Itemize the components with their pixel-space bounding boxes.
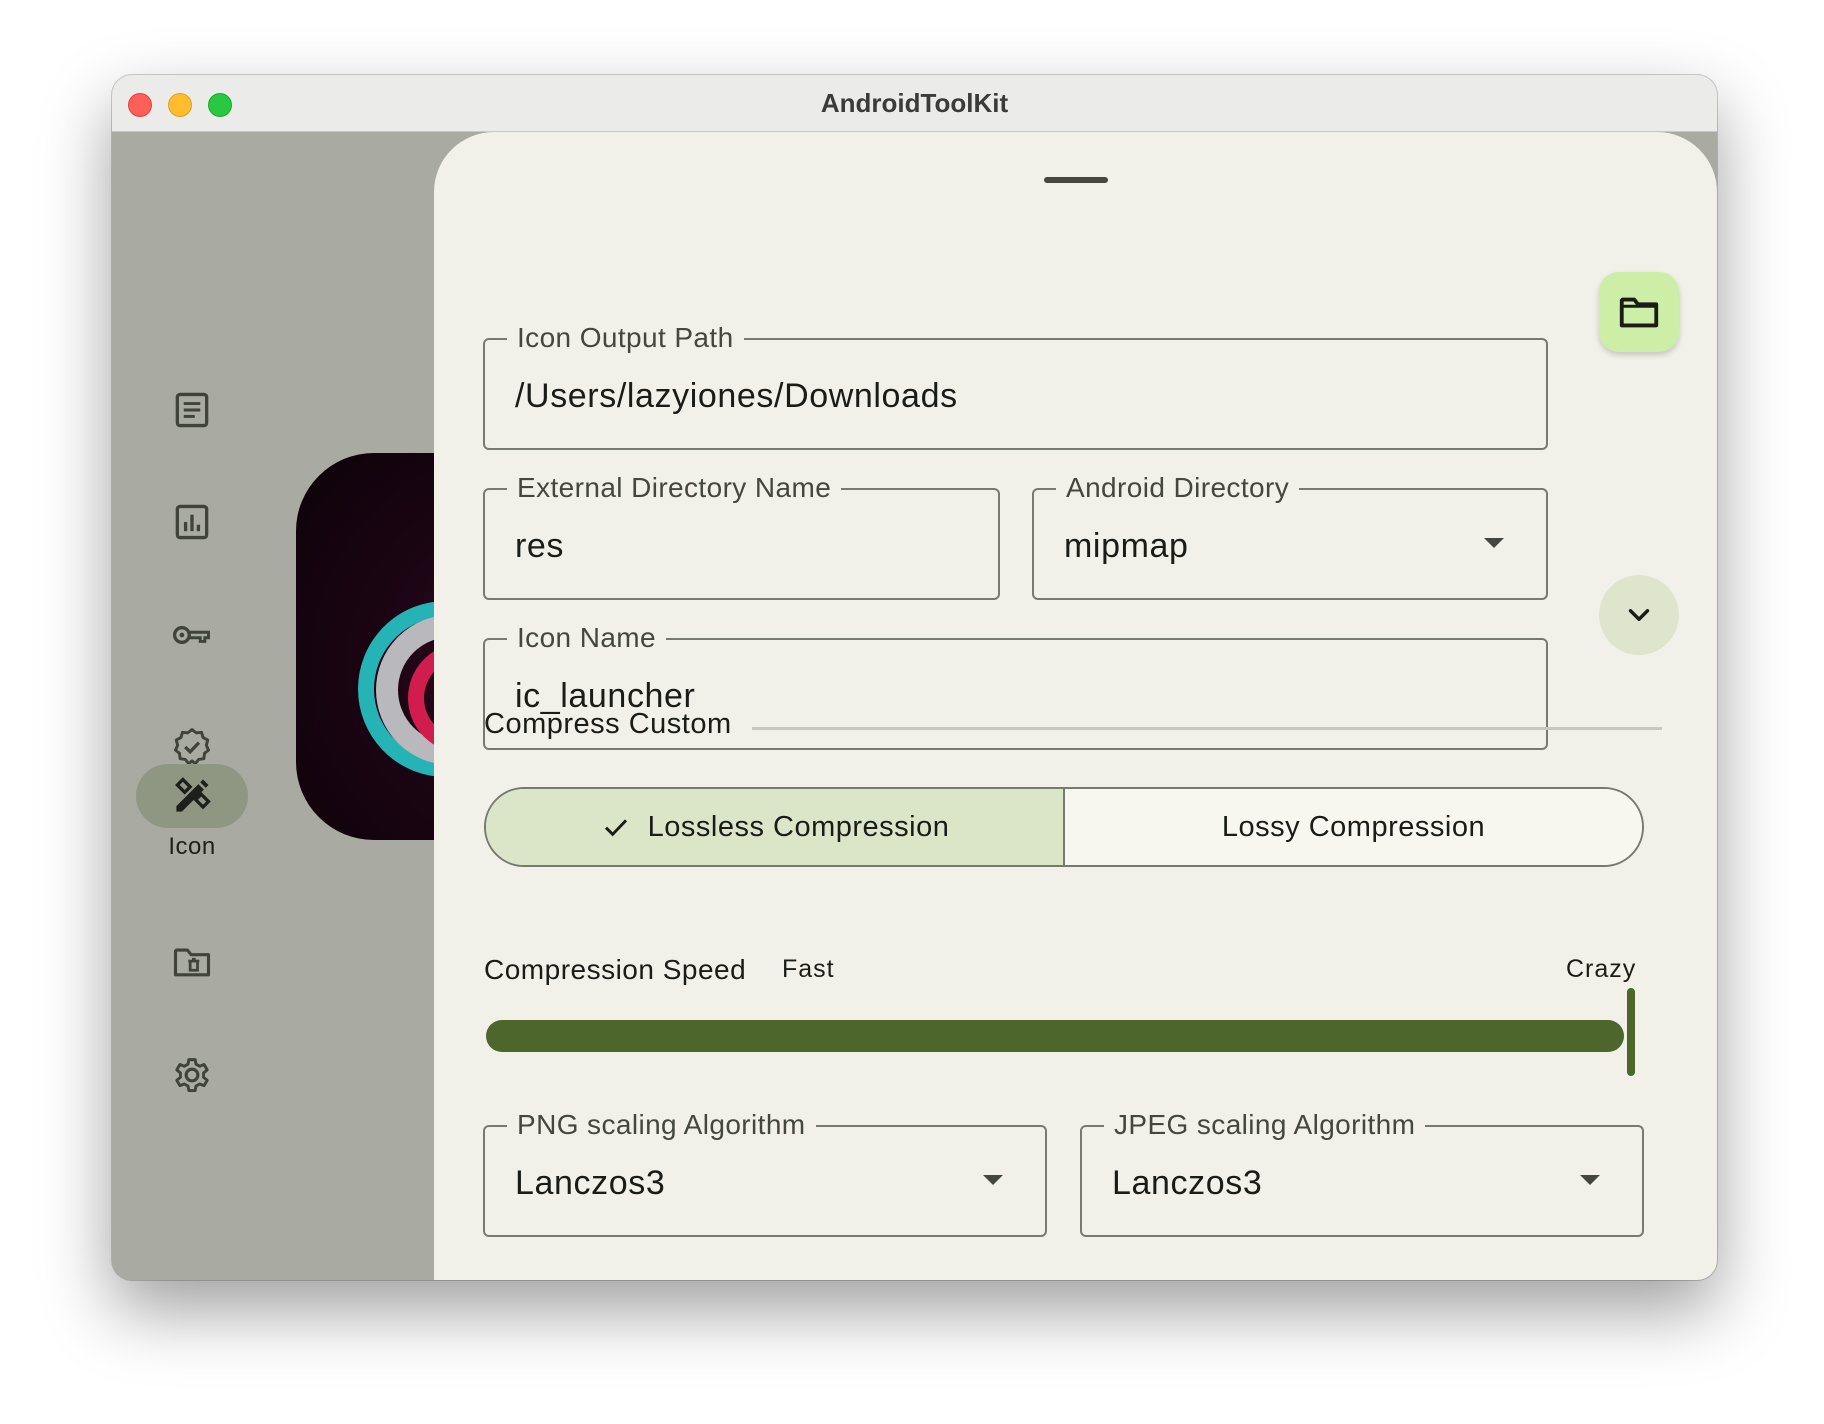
drag-handle[interactable] bbox=[1044, 177, 1108, 183]
chevron-down-icon bbox=[1628, 609, 1650, 621]
speed-min-label: Fast bbox=[782, 955, 835, 983]
jpeg-algorithm-value: Lanczos3 bbox=[1112, 1164, 1263, 1202]
compression-speed-slider[interactable] bbox=[486, 1020, 1624, 1052]
title-bar: AndroidToolKit bbox=[112, 75, 1717, 132]
png-algorithm-value: Lanczos3 bbox=[515, 1164, 666, 1202]
lossy-compression-button[interactable]: Lossy Compression bbox=[1065, 789, 1642, 865]
section-divider bbox=[752, 727, 1662, 730]
dropdown-arrow-icon bbox=[1484, 538, 1504, 548]
check-icon bbox=[604, 819, 627, 837]
nav-item-document[interactable] bbox=[136, 378, 248, 442]
key-icon bbox=[172, 626, 210, 644]
window-title: AndroidToolKit bbox=[820, 88, 1009, 118]
android-directory-select[interactable]: Android Directory mipmap bbox=[1032, 470, 1548, 600]
icon-output-path-field[interactable]: Icon Output Path /Users/lazyiones/Downlo… bbox=[483, 320, 1548, 450]
jpeg-algorithm-label: JPEG scaling Algorithm bbox=[1104, 1107, 1426, 1143]
dropdown-arrow-icon bbox=[983, 1175, 1003, 1185]
speed-max-label: Crazy bbox=[1566, 955, 1637, 983]
expand-options-button[interactable] bbox=[1599, 575, 1679, 655]
document-list-icon bbox=[175, 392, 209, 428]
lossless-compression-label: Lossless Compression bbox=[647, 810, 950, 843]
folder-delete-icon bbox=[173, 948, 211, 977]
png-algorithm-label: PNG scaling Algorithm bbox=[507, 1107, 816, 1143]
jpeg-algorithm-select[interactable]: JPEG scaling Algorithm Lanczos3 bbox=[1080, 1107, 1644, 1237]
icon-output-path-label: Icon Output Path bbox=[507, 320, 744, 356]
compression-mode-segmented-control: Lossless Compression Lossy Compression bbox=[484, 787, 1644, 867]
design-tools-icon bbox=[174, 777, 211, 812]
compress-section-title: Compress Custom bbox=[484, 708, 732, 740]
external-directory-value: res bbox=[515, 527, 565, 565]
lossy-compression-label: Lossy Compression bbox=[1221, 810, 1486, 843]
slider-active-track bbox=[486, 1020, 1624, 1052]
dropdown-arrow-icon bbox=[1580, 1175, 1600, 1185]
slider-thumb[interactable] bbox=[1627, 988, 1635, 1076]
nav-item-icon[interactable] bbox=[136, 764, 248, 828]
external-directory-field[interactable]: External Directory Name res bbox=[483, 470, 1000, 600]
gear-icon bbox=[175, 1058, 209, 1093]
android-directory-value: mipmap bbox=[1064, 527, 1189, 565]
nav-item-chart[interactable] bbox=[136, 490, 248, 554]
nav-item-icon-label: Icon bbox=[168, 833, 216, 860]
nav-item-settings[interactable] bbox=[136, 1043, 248, 1107]
icon-name-label: Icon Name bbox=[507, 620, 666, 656]
compression-speed-label: Compression Speed bbox=[484, 954, 747, 985]
verified-badge-icon bbox=[174, 728, 210, 766]
android-directory-label: Android Directory bbox=[1056, 470, 1300, 506]
nav-item-folder[interactable] bbox=[136, 930, 248, 994]
png-algorithm-select[interactable]: PNG scaling Algorithm Lanczos3 bbox=[483, 1107, 1047, 1237]
bar-chart-icon bbox=[175, 504, 209, 540]
choose-folder-button[interactable] bbox=[1599, 272, 1679, 352]
settings-sheet: Icon Output Path /Users/lazyiones/Downlo… bbox=[434, 132, 1717, 1280]
nav-item-key[interactable] bbox=[136, 603, 248, 667]
app-window: AndroidToolKit Icon Icon Output Path /Us… bbox=[112, 75, 1717, 1280]
icon-output-path-value: /Users/lazyiones/Downloads bbox=[515, 377, 958, 415]
external-directory-label: External Directory Name bbox=[507, 470, 842, 506]
lossless-compression-button[interactable]: Lossless Compression bbox=[486, 789, 1065, 865]
folder-icon bbox=[1619, 297, 1659, 328]
